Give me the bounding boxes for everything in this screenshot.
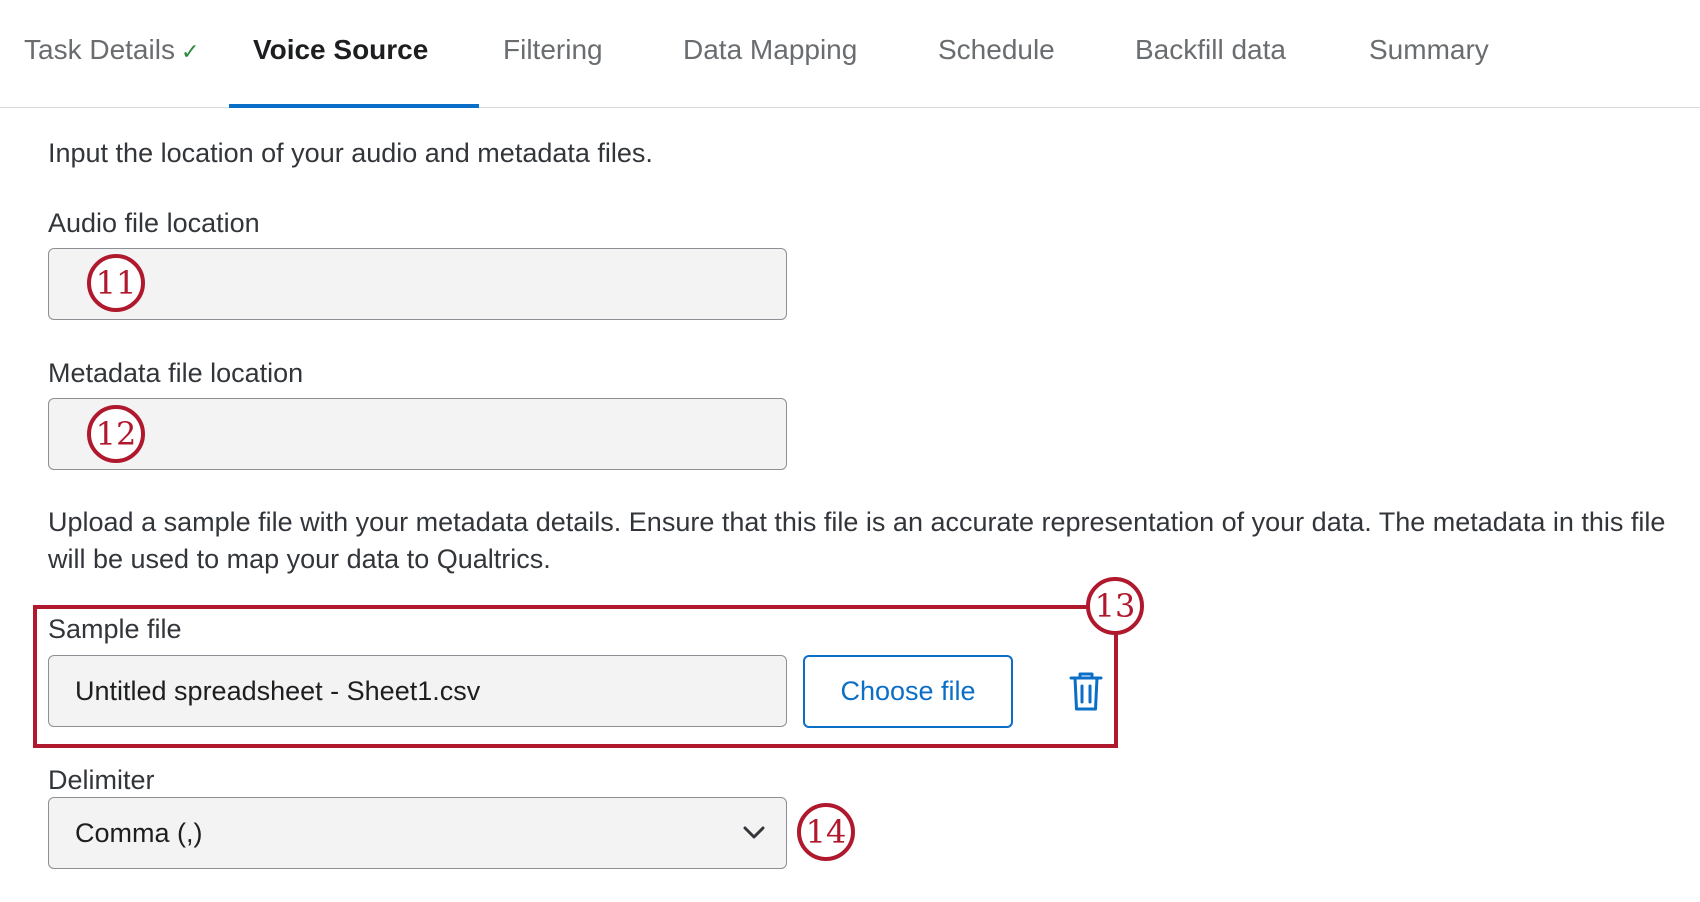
audio-location-input[interactable]	[48, 248, 787, 320]
annotation-marker-11: 11	[87, 254, 145, 312]
tab-task-details[interactable]: Task Details ✓	[24, 34, 199, 66]
choose-file-button[interactable]: Choose file	[803, 655, 1013, 728]
tab-label: Filtering	[503, 34, 603, 65]
tab-label: Task Details	[24, 34, 175, 65]
check-icon: ✓	[180, 39, 200, 64]
tab-data-mapping[interactable]: Data Mapping	[683, 34, 857, 66]
metadata-location-label: Metadata file location	[48, 358, 304, 388]
delimiter-label: Delimiter	[48, 765, 155, 795]
tab-label: Backfill data	[1135, 34, 1286, 65]
tab-summary[interactable]: Summary	[1369, 34, 1489, 66]
tab-backfill-data[interactable]: Backfill data	[1135, 34, 1286, 66]
sample-file-label: Sample file	[48, 614, 182, 644]
tab-label: Data Mapping	[683, 34, 858, 65]
upload-description: Upload a sample file with your metadata …	[48, 507, 1666, 574]
tab-label: Summary	[1369, 34, 1489, 65]
intro-text: Input the location of your audio and met…	[48, 138, 653, 168]
metadata-location-input[interactable]	[48, 398, 787, 470]
tab-schedule[interactable]: Schedule	[938, 34, 1055, 66]
tab-label: Schedule	[938, 34, 1055, 65]
active-tab-indicator	[229, 104, 479, 108]
tab-voice-source[interactable]: Voice Source	[253, 34, 428, 66]
annotation-marker-13: 13	[1086, 577, 1144, 635]
sample-file-value: Untitled spreadsheet - Sheet1.csv	[75, 676, 481, 706]
chevron-down-icon	[743, 826, 765, 839]
delimiter-select[interactable]: Comma (,)	[48, 797, 787, 869]
tab-filtering[interactable]: Filtering	[503, 34, 603, 66]
audio-location-label: Audio file location	[48, 208, 260, 238]
tab-label: Voice Source	[253, 34, 429, 65]
annotation-marker-14: 14	[797, 803, 855, 861]
annotation-marker-12: 12	[87, 405, 145, 463]
delimiter-value: Comma (,)	[75, 818, 203, 848]
sample-file-input[interactable]: Untitled spreadsheet - Sheet1.csv	[48, 655, 787, 727]
trash-icon[interactable]	[1068, 670, 1104, 712]
wizard-tabs: Task Details ✓ Voice Source Filtering Dat…	[0, 0, 1700, 108]
